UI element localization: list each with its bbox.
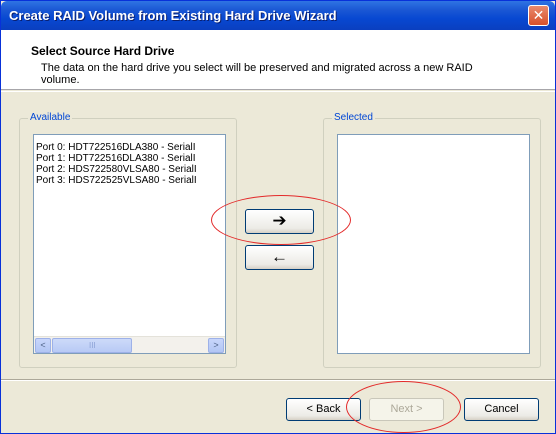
title-bar: Create RAID Volume from Existing Hard Dr… (1, 1, 555, 30)
page-description: The data on the hard drive you select wi… (41, 62, 473, 86)
header-separator (1, 91, 555, 92)
list-item-port-1[interactable]: Port 1: HDT722516DLA380 - SerialI (34, 153, 225, 164)
annotation-circle-next (346, 381, 461, 433)
scroll-grip-icon: III (89, 341, 96, 350)
available-listbox[interactable]: Port 0: HDT722516DLA380 - SerialI Port 1… (33, 134, 226, 354)
page-title: Select Source Hard Drive (31, 44, 175, 58)
selected-label: Selected (332, 112, 375, 123)
scroll-left-icon[interactable]: < (35, 338, 51, 353)
horizontal-scrollbar[interactable]: < III > (34, 336, 225, 353)
window-title: Create RAID Volume from Existing Hard Dr… (9, 8, 337, 23)
available-label: Available (28, 112, 73, 123)
close-button[interactable]: ✕ (528, 5, 549, 26)
cancel-button[interactable]: Cancel (464, 398, 539, 421)
wizard-header: Select Source Hard Drive The data on the… (1, 30, 555, 90)
selected-listbox[interactable] (337, 134, 530, 354)
scroll-right-icon[interactable]: > (208, 338, 224, 353)
list-item-port-3[interactable]: Port 3: HDS722525VLSA80 - SerialI (34, 175, 225, 186)
list-item-port-0[interactable]: Port 0: HDT722516DLA380 - SerialI (34, 142, 225, 153)
remove-from-selected-button[interactable]: ← (245, 245, 314, 270)
list-item-port-2[interactable]: Port 2: HDS722580VLSA80 - SerialI (34, 164, 225, 175)
scroll-thumb[interactable]: III (52, 338, 132, 353)
available-group: Available Port 0: HDT722516DLA380 - Seri… (19, 112, 237, 368)
footer-separator-highlight (1, 380, 555, 381)
selected-group: Selected (323, 112, 541, 368)
annotation-circle-add (211, 195, 351, 245)
wizard-window: Create RAID Volume from Existing Hard Dr… (0, 0, 556, 434)
